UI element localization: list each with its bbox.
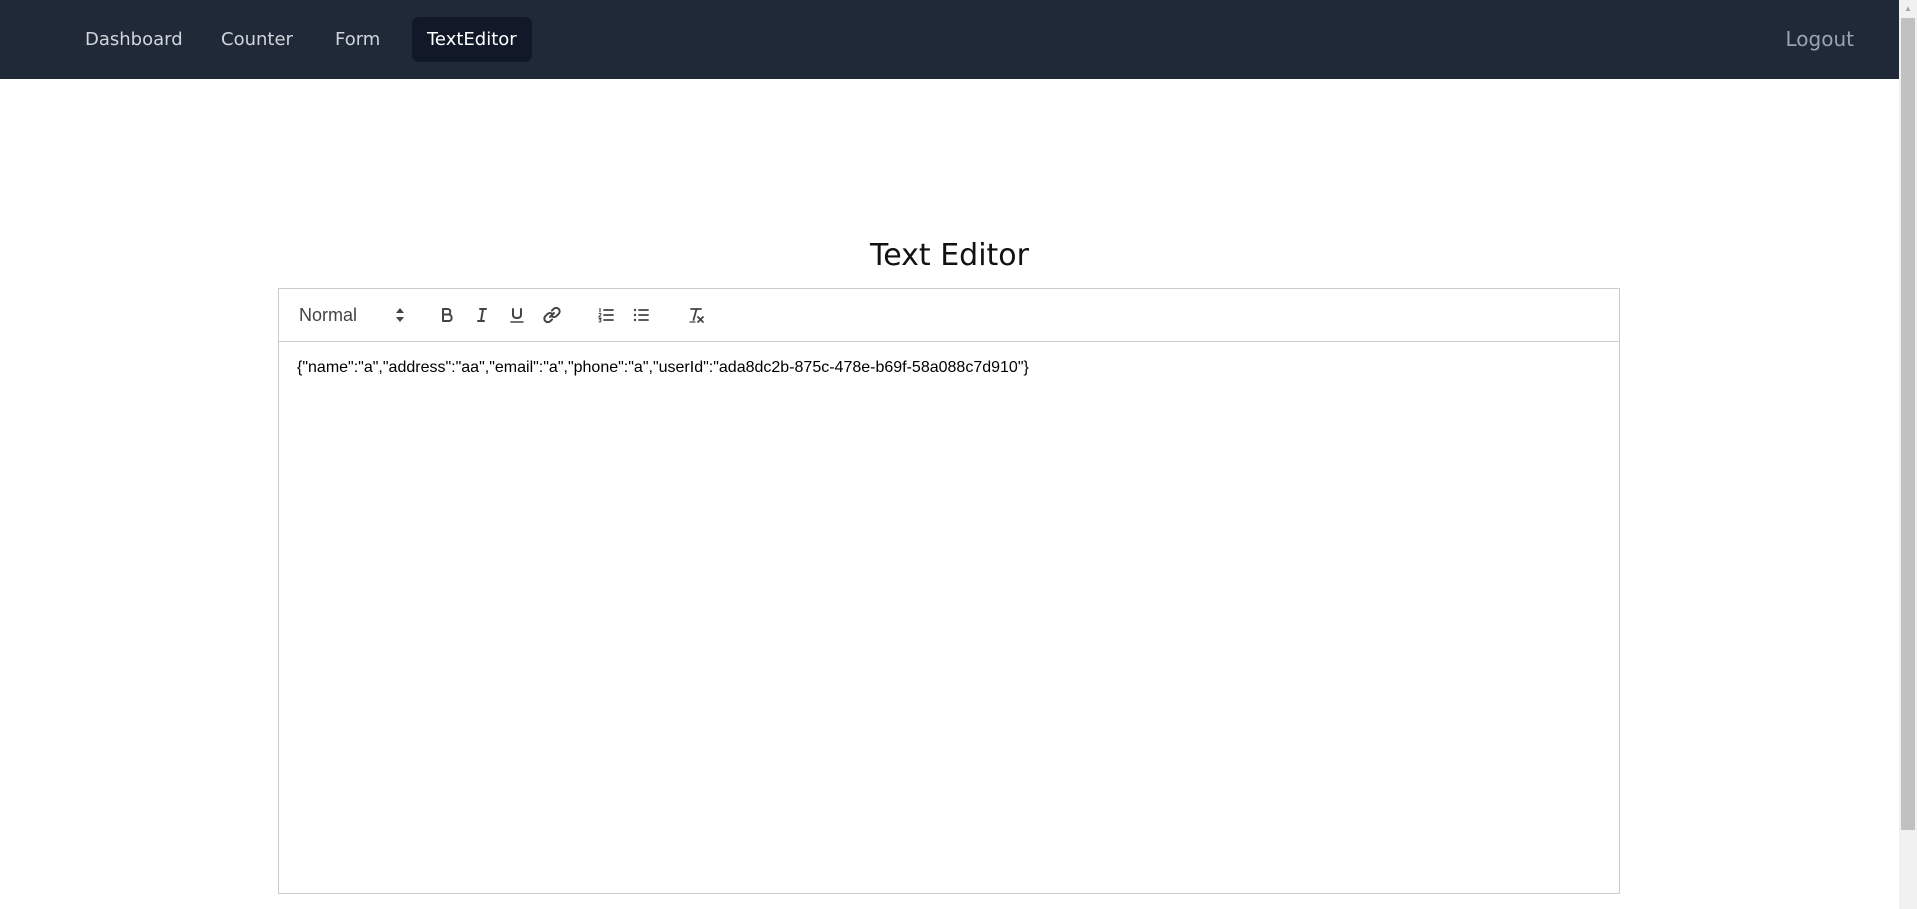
scroll-thumb[interactable] bbox=[1901, 18, 1915, 830]
bold-button[interactable] bbox=[433, 301, 461, 329]
logout-button[interactable]: Logout bbox=[1786, 17, 1854, 62]
bold-icon bbox=[442, 308, 453, 322]
underline-button[interactable] bbox=[503, 301, 531, 329]
italic-button[interactable] bbox=[468, 301, 496, 329]
nav-link-dashboard[interactable]: Dashboard bbox=[70, 17, 198, 62]
bullet-list-button[interactable] bbox=[627, 301, 655, 329]
header-format-select[interactable]: Normal bbox=[299, 301, 405, 329]
underline-icon bbox=[510, 308, 524, 323]
top-navbar: Dashboard Counter Form TextEditor Logout bbox=[0, 0, 1899, 79]
clear-format-button[interactable] bbox=[682, 301, 710, 329]
ordered-list-icon bbox=[598, 308, 614, 323]
italic-icon bbox=[477, 308, 487, 322]
editor-paragraph: {"name":"a","address":"aa","email":"a","… bbox=[297, 359, 1029, 376]
page-title: Text Editor bbox=[870, 238, 1029, 273]
nav-link-texteditor[interactable]: TextEditor bbox=[412, 17, 532, 62]
editor-content-area[interactable]: {"name":"a","address":"aa","email":"a","… bbox=[279, 342, 1619, 394]
link-icon bbox=[543, 306, 561, 324]
clear-format-icon bbox=[689, 308, 704, 323]
header-format-select-value: Normal bbox=[299, 305, 358, 325]
bullet-list-icon bbox=[633, 308, 649, 322]
ordered-list-button[interactable] bbox=[592, 301, 620, 329]
select-arrows-icon bbox=[396, 308, 404, 322]
nav-link-counter[interactable]: Counter bbox=[206, 17, 308, 62]
nav-link-form[interactable]: Form bbox=[320, 17, 395, 62]
link-button[interactable] bbox=[538, 301, 566, 329]
editor-toolbar: Normal bbox=[279, 289, 1619, 342]
scroll-up-arrow-icon[interactable]: ▲ bbox=[1899, 0, 1917, 17]
rich-text-editor: Normal {"name":"a","address":"aa","email… bbox=[278, 288, 1620, 894]
page-scrollbar[interactable]: ▲ bbox=[1899, 0, 1917, 909]
